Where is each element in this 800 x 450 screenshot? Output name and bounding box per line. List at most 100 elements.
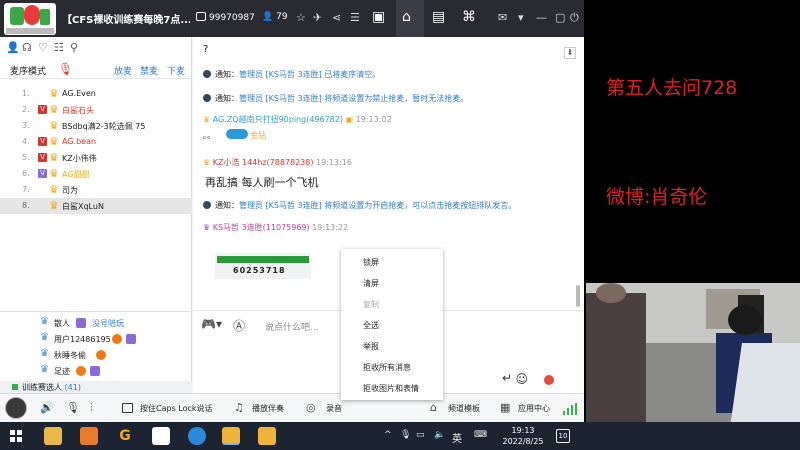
search-icon[interactable]: ⚲ bbox=[70, 41, 86, 54]
tab-home[interactable]: ⌂ bbox=[396, 0, 424, 37]
chat-message-header: ♛ KS马哲 3连胜(11075969) 19:13:22 bbox=[203, 223, 349, 232]
network-icon[interactable]: ▭ bbox=[416, 430, 425, 440]
heart-icon[interactable]: ♡ bbox=[38, 41, 54, 54]
signal-icon bbox=[563, 403, 577, 415]
panel-divider bbox=[0, 311, 192, 312]
room-title[interactable]: 【CFS裸收训练赛每晚7点... bbox=[62, 11, 190, 26]
caps-lock-talk-button[interactable]: 按住Caps Lock说话 bbox=[140, 403, 213, 414]
power-icon[interactable]: ⏻ bbox=[570, 11, 579, 25]
grid-app-icon[interactable] bbox=[152, 427, 170, 445]
ime-indicator[interactable]: 英 bbox=[452, 430, 462, 445]
mic-icon[interactable]: 🎙 bbox=[58, 62, 73, 76]
tab-game[interactable]: ⌘ bbox=[456, 0, 484, 37]
volume-icon[interactable]: 🔈 bbox=[434, 430, 445, 440]
minimize-icon[interactable]: — bbox=[536, 11, 547, 24]
menu-item-select-all[interactable]: 全选 bbox=[363, 320, 379, 331]
template-icon[interactable]: ⌂ bbox=[430, 401, 437, 414]
chat-message-body: 再乱搞 每人刷一个飞机 bbox=[205, 176, 319, 189]
enter-icon[interactable]: ↵ bbox=[502, 371, 512, 385]
window-icon[interactable]: ▢ bbox=[555, 11, 565, 24]
menu-item-clear-screen[interactable]: 清屏 bbox=[363, 278, 379, 289]
member-icon: ♛ bbox=[40, 364, 49, 375]
list-icon[interactable]: ☷ bbox=[54, 41, 70, 54]
release-mic-button[interactable]: 放麦 bbox=[114, 64, 132, 77]
record-icon[interactable]: ◎ bbox=[306, 401, 316, 414]
clock[interactable]: 19:13 2022/8/25 bbox=[498, 425, 548, 447]
mixer-icon[interactable]: ⫶ bbox=[90, 401, 93, 415]
notice-icon bbox=[203, 201, 211, 209]
queue-item[interactable]: 4. V ♛ AG.bean bbox=[0, 134, 192, 150]
audience-item[interactable]: ♛ 秋睡冬偷 bbox=[0, 348, 192, 362]
notification-icon[interactable]: 10 bbox=[556, 429, 570, 443]
gamepad-icon[interactable]: 🎮▾ bbox=[201, 317, 222, 331]
board-icon: ▤ bbox=[432, 9, 446, 25]
avatar[interactable] bbox=[5, 397, 27, 419]
drop-mic-button[interactable]: 下麦 bbox=[167, 64, 185, 77]
level-badge bbox=[90, 366, 100, 376]
star-icon[interactable]: ☆ bbox=[296, 11, 306, 24]
queue-item[interactable]: 2. V ♛ 白鲨石头 bbox=[0, 102, 192, 118]
audience-item[interactable]: ♛ 用户12486195 bbox=[0, 332, 192, 346]
tab-video[interactable]: ▣ bbox=[366, 0, 394, 37]
menu-item-lock-screen[interactable]: 锁屏 bbox=[363, 257, 379, 268]
tray-chevron-icon[interactable]: ^ bbox=[384, 430, 392, 440]
crown-icon: ♛ bbox=[49, 151, 59, 164]
queue-item[interactable]: 8. ♛ 白鲨XqLuN bbox=[0, 198, 192, 214]
browser-g-icon[interactable]: G bbox=[116, 427, 134, 445]
keyboard-icon[interactable]: ⌨ bbox=[474, 430, 487, 440]
training-channel-row[interactable]: 训练赛选人 (41) bbox=[0, 381, 192, 393]
scroll-down-icon[interactable]: ⬇ bbox=[564, 47, 576, 59]
file-explorer-icon[interactable] bbox=[44, 427, 62, 445]
share-icon[interactable]: ⋖ bbox=[332, 11, 341, 24]
flower-icon[interactable] bbox=[544, 375, 554, 385]
app-center-icon[interactable]: ▦ bbox=[500, 401, 510, 414]
app-logo bbox=[4, 3, 56, 35]
person-icon[interactable]: 👤 bbox=[6, 41, 22, 54]
audience-item[interactable]: ♛ 足迹 bbox=[0, 364, 192, 378]
emoji-icon[interactable]: ☺ bbox=[515, 372, 528, 386]
mail-icon[interactable]: ✉ bbox=[498, 11, 507, 24]
queue-item[interactable]: 3. ♛ BSdbq满2-3轮选佩 75 bbox=[0, 118, 192, 134]
chat-input[interactable]: 说点什么吧... bbox=[265, 320, 319, 333]
tab-board[interactable]: ▤ bbox=[426, 0, 454, 37]
app-icon[interactable] bbox=[80, 427, 98, 445]
chat-message-header: ♛ KZ小浩 144hz(78878238) 19:13:16 bbox=[203, 158, 352, 167]
speaker-icon[interactable]: 🔊 bbox=[40, 401, 54, 414]
windows-start-icon[interactable] bbox=[10, 430, 22, 442]
mic-icon[interactable]: 🎙 bbox=[66, 401, 80, 414]
queue-item[interactable]: 6. V ♛ AG甜甜 bbox=[0, 166, 192, 182]
menu-item-block-messages[interactable]: 拒收所有消息 bbox=[363, 362, 411, 373]
medal-icon: ▣ bbox=[345, 115, 354, 124]
headset-icon[interactable]: ☊ bbox=[22, 41, 38, 54]
text-style-icon[interactable]: Ⓐ bbox=[233, 317, 245, 334]
edge-icon[interactable] bbox=[188, 427, 206, 445]
queue-item[interactable]: 5. V ♛ KZ小伟伟 bbox=[0, 150, 192, 166]
tray-mic-icon[interactable]: 🎙 bbox=[400, 430, 411, 440]
user-icon: 👤 bbox=[262, 12, 274, 22]
chat-scrollbar[interactable] bbox=[576, 285, 580, 307]
menu-item-report[interactable]: 举报 bbox=[363, 341, 379, 352]
plane-icon[interactable]: ✈ bbox=[313, 11, 322, 24]
chat-username[interactable]: KZ小浩 144hz(78878238) bbox=[213, 158, 314, 167]
chat-username[interactable]: AG.ZQ越南只打扭90ping(496782) bbox=[213, 115, 343, 124]
yy-icon[interactable] bbox=[222, 427, 240, 445]
queue-item[interactable]: 1. ♛ AG.Even bbox=[0, 86, 192, 102]
dropdown-icon[interactable]: ▾ bbox=[518, 11, 524, 24]
music-icon[interactable]: ♫ bbox=[234, 401, 244, 414]
menu-icon[interactable]: ☰ bbox=[350, 11, 360, 24]
mic-mode-label[interactable]: 麦序模式 bbox=[10, 64, 46, 77]
accompany-button[interactable]: 播放伴奏 bbox=[252, 403, 284, 414]
audience-item[interactable]: ♛ 散人 没号陪玩 bbox=[0, 316, 192, 330]
menu-item-block-images[interactable]: 拒收图片和表情 bbox=[363, 383, 419, 394]
system-notice: 通知：管理员 [KS马哲 3连胜] 已将麦序清空。 bbox=[203, 69, 380, 80]
queue-item[interactable]: 7. ♛ 司为 bbox=[0, 182, 192, 198]
vip-badge: V bbox=[38, 153, 47, 162]
crown-icon: ♛ bbox=[49, 103, 59, 116]
ban-mic-button[interactable]: 禁麦 bbox=[140, 64, 158, 77]
app-center-button[interactable]: 应用中心 bbox=[518, 403, 550, 414]
yy-icon[interactable] bbox=[258, 427, 276, 445]
record-button[interactable]: 录音 bbox=[326, 403, 342, 414]
channel-template-button[interactable]: 频道模板 bbox=[448, 403, 480, 414]
chat-username[interactable]: KS马哲 3连胜(11075969) bbox=[213, 223, 310, 232]
vip-badge: V bbox=[38, 105, 47, 114]
